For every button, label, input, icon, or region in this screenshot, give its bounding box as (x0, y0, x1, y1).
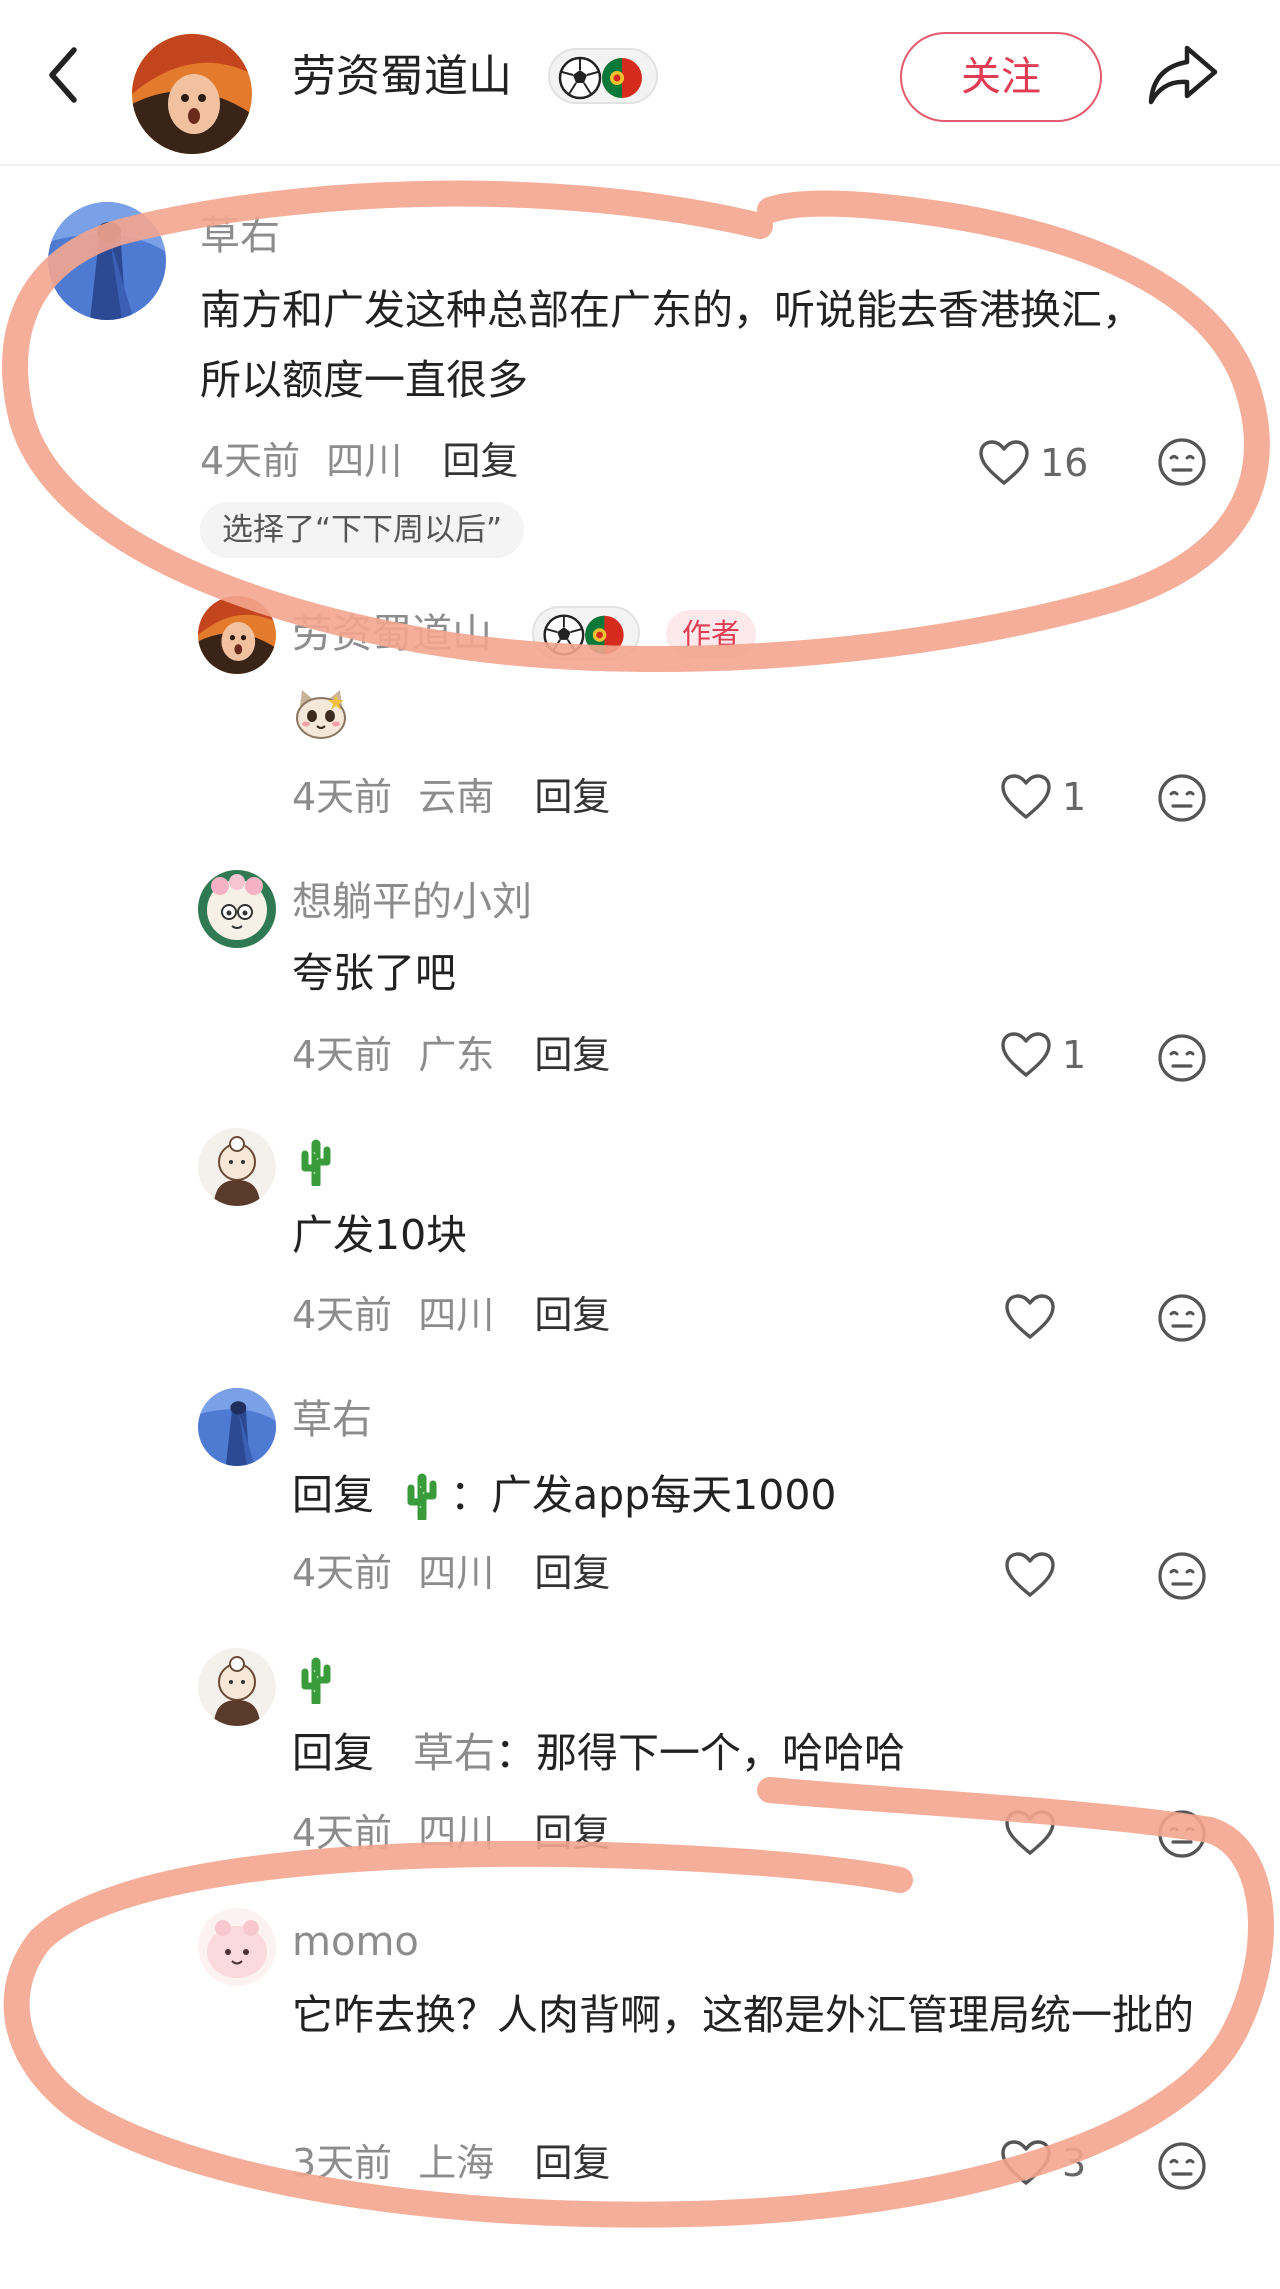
reply-button[interactable]: 回复 (534, 1033, 610, 1077)
comment-time: 4天前 (292, 775, 393, 819)
like-button[interactable] (1004, 1550, 1056, 1600)
comment-location: 四川 (418, 1293, 495, 1337)
comment-time: 4天前 (292, 1811, 393, 1855)
heart-icon (1000, 2139, 1052, 2187)
commenter-avatar[interactable] (198, 1388, 276, 1466)
heart-icon (1004, 1551, 1056, 1599)
comment-meta: 4天前 四川 回复 (292, 1810, 610, 1856)
reaction-face-icon[interactable] (1156, 2140, 1208, 2192)
comment-text-line: 回复 草右：那得下一个，哈哈哈 (292, 1718, 1192, 1788)
like-button[interactable] (1004, 1808, 1056, 1858)
comment-text: 它咋去换？人肉背啊，这都是外汇管理局统一批的 (292, 1991, 1194, 2039)
author-avatar[interactable] (132, 34, 252, 154)
like-button[interactable]: 3 (1000, 2138, 1086, 2188)
like-count: 16 (1040, 441, 1089, 485)
reaction-face-icon[interactable] (1156, 1032, 1208, 1084)
heart-icon (1000, 1031, 1052, 1079)
author-badge: 作者 (666, 610, 757, 658)
comment-meta: 4天前 广东 回复 (292, 1032, 610, 1078)
comment-author[interactable]: momo (292, 1918, 419, 1966)
commenter-avatar[interactable] (198, 1128, 276, 1206)
cat-sticker-icon (292, 686, 350, 744)
top-bar: 劳资蜀道山 关注 (0, 0, 1280, 166)
reply-button[interactable]: 回复 (534, 2141, 610, 2185)
like-button[interactable] (1004, 1292, 1056, 1342)
reply-button[interactable]: 回复 (534, 1293, 610, 1337)
like-button[interactable]: 1 (1000, 1030, 1086, 1080)
heart-icon (1004, 1293, 1056, 1341)
comment-location: 上海 (418, 2141, 495, 2185)
like-count: 1 (1062, 775, 1087, 819)
cactus-icon[interactable] (296, 1138, 336, 1186)
reaction-face-icon[interactable] (1156, 436, 1208, 488)
reply-prefix: 回复 (292, 1471, 374, 1519)
header-username[interactable]: 劳资蜀道山 (292, 50, 512, 104)
comment-time: 3天前 (292, 2141, 393, 2185)
comment-text: 南方和广发这种总部在广东的，听说能去香港换汇，所以额度一直很多 (200, 286, 1143, 404)
comment-location: 四川 (418, 1551, 495, 1595)
heart-icon (978, 439, 1030, 487)
comment-text: ：广发app每天1000 (450, 1471, 837, 1519)
medal-badge-icon (548, 48, 658, 104)
highlight-circle-top (2, 180, 1270, 673)
share-icon[interactable] (1145, 42, 1221, 108)
like-button[interactable]: 1 (1000, 772, 1086, 822)
comment-location: 云南 (418, 775, 495, 819)
commenter-avatar[interactable] (198, 870, 276, 948)
like-button[interactable]: 16 (978, 438, 1088, 488)
comment-meta: 4天前 四川 回复 (292, 1292, 610, 1338)
comment-location: 四川 (418, 1811, 495, 1855)
comment-meta: 4天前 四川 回复 (200, 438, 518, 484)
comment-text: ：那得下一个，哈哈哈 (495, 1729, 906, 1777)
comment-meta: 4天前 四川 回复 (292, 1550, 610, 1596)
comment-meta: 3天前 上海 回复 (292, 2140, 610, 2186)
vote-choice-tag: 选择了“下下周以后” (200, 502, 525, 558)
heart-icon (1000, 773, 1052, 821)
reply-button[interactable]: 回复 (534, 1811, 610, 1855)
like-count: 1 (1062, 1033, 1087, 1077)
commenter-avatar[interactable] (198, 1648, 276, 1726)
reply-button[interactable]: 回复 (442, 439, 518, 483)
comment-time: 4天前 (292, 1033, 393, 1077)
comment-text-line: 回复 🌵 ：广发app每天1000 (292, 1460, 1152, 1530)
comment-author[interactable]: 草右 (200, 212, 280, 260)
comment-time: 4天前 (292, 1551, 393, 1595)
comment-text: 广发10块 (292, 1211, 468, 1259)
comment-author[interactable]: 想躺平的小刘 (292, 878, 532, 926)
comment-location: 四川 (326, 439, 403, 483)
comment-author[interactable]: 劳资蜀道山 (292, 610, 492, 658)
follow-button[interactable]: 关注 (900, 32, 1102, 122)
comment-author[interactable]: 草右 (292, 1396, 372, 1444)
reply-button[interactable]: 回复 (534, 1551, 610, 1595)
like-count: 3 (1062, 2141, 1087, 2185)
medal-badge-icon (532, 606, 640, 660)
cactus-icon[interactable] (296, 1656, 336, 1704)
heart-icon (1004, 1809, 1056, 1857)
comment-location: 广东 (418, 1033, 495, 1077)
reply-prefix: 回复 (292, 1729, 374, 1777)
reaction-face-icon[interactable] (1156, 1808, 1208, 1860)
reply-button[interactable]: 回复 (534, 775, 610, 819)
reaction-face-icon[interactable] (1156, 1292, 1208, 1344)
comment-text: 夸张了吧 (292, 949, 456, 997)
commenter-avatar[interactable] (198, 596, 276, 674)
comment-time: 4天前 (200, 439, 301, 483)
comment-time: 4天前 (292, 1293, 393, 1337)
reply-target[interactable]: 草右 (413, 1729, 495, 1777)
comment-meta: 4天前 云南 回复 (292, 774, 610, 820)
cactus-icon[interactable] (402, 1471, 442, 1519)
commenter-avatar[interactable] (48, 202, 166, 320)
back-arrow-icon[interactable] (40, 40, 90, 110)
commenter-avatar[interactable] (198, 1908, 276, 1986)
reaction-face-icon[interactable] (1156, 772, 1208, 824)
reaction-face-icon[interactable] (1156, 1550, 1208, 1602)
